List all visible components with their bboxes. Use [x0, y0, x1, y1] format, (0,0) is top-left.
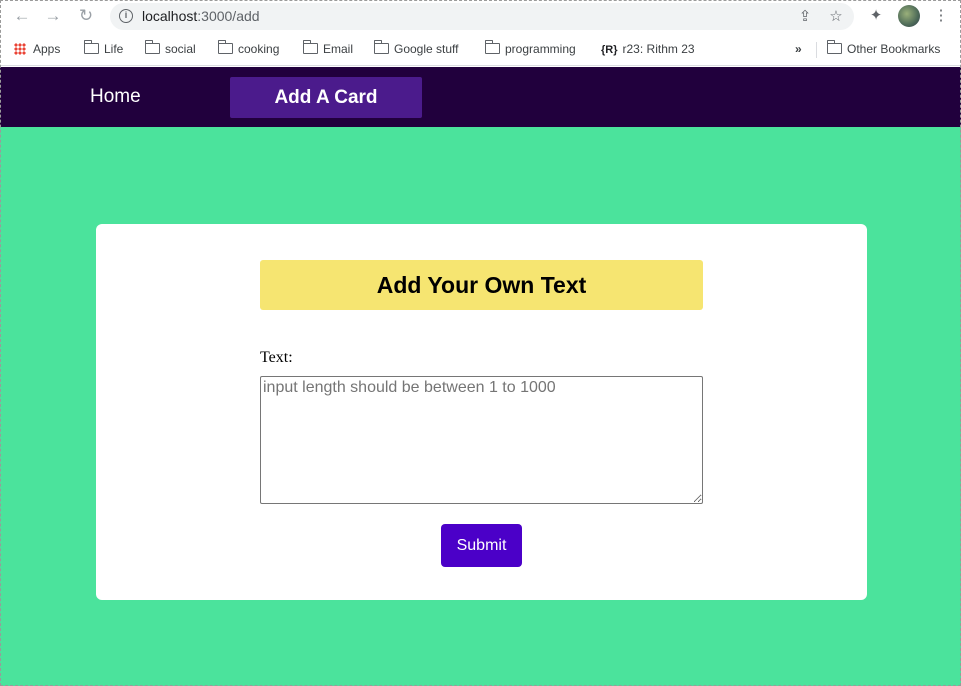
text-input[interactable] — [260, 376, 703, 504]
submit-button[interactable]: Submit — [441, 524, 522, 567]
back-icon[interactable]: ← — [12, 6, 32, 26]
bookmark-label: Apps — [33, 42, 61, 56]
bookmark-label: social — [165, 42, 196, 56]
bookmark-label: Google stuff — [394, 42, 459, 56]
text-field-label: Text: — [260, 349, 293, 366]
bookmark-label: Life — [104, 42, 124, 56]
bookmark-label: Email — [323, 42, 354, 56]
star-icon[interactable]: ☆ — [827, 8, 845, 26]
url-text[interactable]: localhost:3000/add — [142, 8, 260, 24]
bookmarks-divider — [816, 42, 817, 58]
form-title: Add Your Own Text — [260, 260, 703, 310]
menu-kebab-icon[interactable]: ⋮ — [931, 6, 951, 26]
forward-icon[interactable]: → — [43, 6, 63, 26]
profile-avatar[interactable] — [898, 5, 920, 27]
bookmark-life[interactable]: Life — [83, 40, 124, 58]
bookmark-other[interactable]: Other Bookmarks — [826, 40, 941, 58]
r-bracket-icon: {R} — [601, 44, 618, 56]
nav-add-card-link[interactable]: Add A Card — [230, 77, 422, 118]
add-card-form-card: Add Your Own Text Text: Submit — [96, 224, 867, 600]
bookmark-apps[interactable]: Apps — [14, 40, 60, 58]
nav-home-link[interactable]: Home — [90, 86, 141, 108]
reload-icon[interactable]: ↻ — [76, 6, 96, 26]
folder-icon — [302, 40, 318, 54]
info-icon[interactable]: i — [119, 9, 133, 23]
bookmarks-overflow-icon[interactable]: » — [795, 40, 802, 58]
folder-icon — [484, 40, 500, 54]
folder-icon — [83, 40, 99, 54]
bookmark-email[interactable]: Email — [302, 40, 354, 58]
folder-icon — [144, 40, 160, 54]
bookmark-cooking[interactable]: cooking — [217, 40, 280, 58]
bookmark-programming[interactable]: programming — [484, 40, 576, 58]
browser-toolbar: ← → ↻ i localhost:3000/add ⇪ ☆ ✦ ⋮ — [0, 0, 961, 33]
url-host: localhost — [142, 8, 198, 24]
share-icon[interactable]: ⇪ — [796, 8, 814, 26]
folder-icon — [217, 40, 233, 54]
bookmark-label: cooking — [238, 42, 280, 56]
address-bar[interactable]: i localhost:3000/add ⇪ ☆ — [110, 3, 854, 30]
folder-icon — [373, 40, 389, 54]
bookmark-label: programming — [505, 42, 576, 56]
apps-grid-icon — [14, 43, 26, 55]
url-path: :3000/add — [197, 8, 260, 24]
bookmark-label: Other Bookmarks — [847, 42, 941, 56]
bookmark-label: r23: Rithm 23 — [622, 42, 695, 56]
main-content: Add Your Own Text Text: Submit — [0, 127, 961, 686]
bookmarks-bar: Apps Life social cooking Email Google st… — [0, 33, 961, 66]
bookmark-rithm[interactable]: {R} r23: Rithm 23 — [601, 40, 695, 58]
bookmark-google-stuff[interactable]: Google stuff — [373, 40, 459, 58]
extensions-icon[interactable]: ✦ — [866, 6, 886, 26]
app-navbar: Home Add A Card — [0, 67, 961, 127]
folder-icon — [826, 40, 842, 54]
bookmark-social[interactable]: social — [144, 40, 196, 58]
